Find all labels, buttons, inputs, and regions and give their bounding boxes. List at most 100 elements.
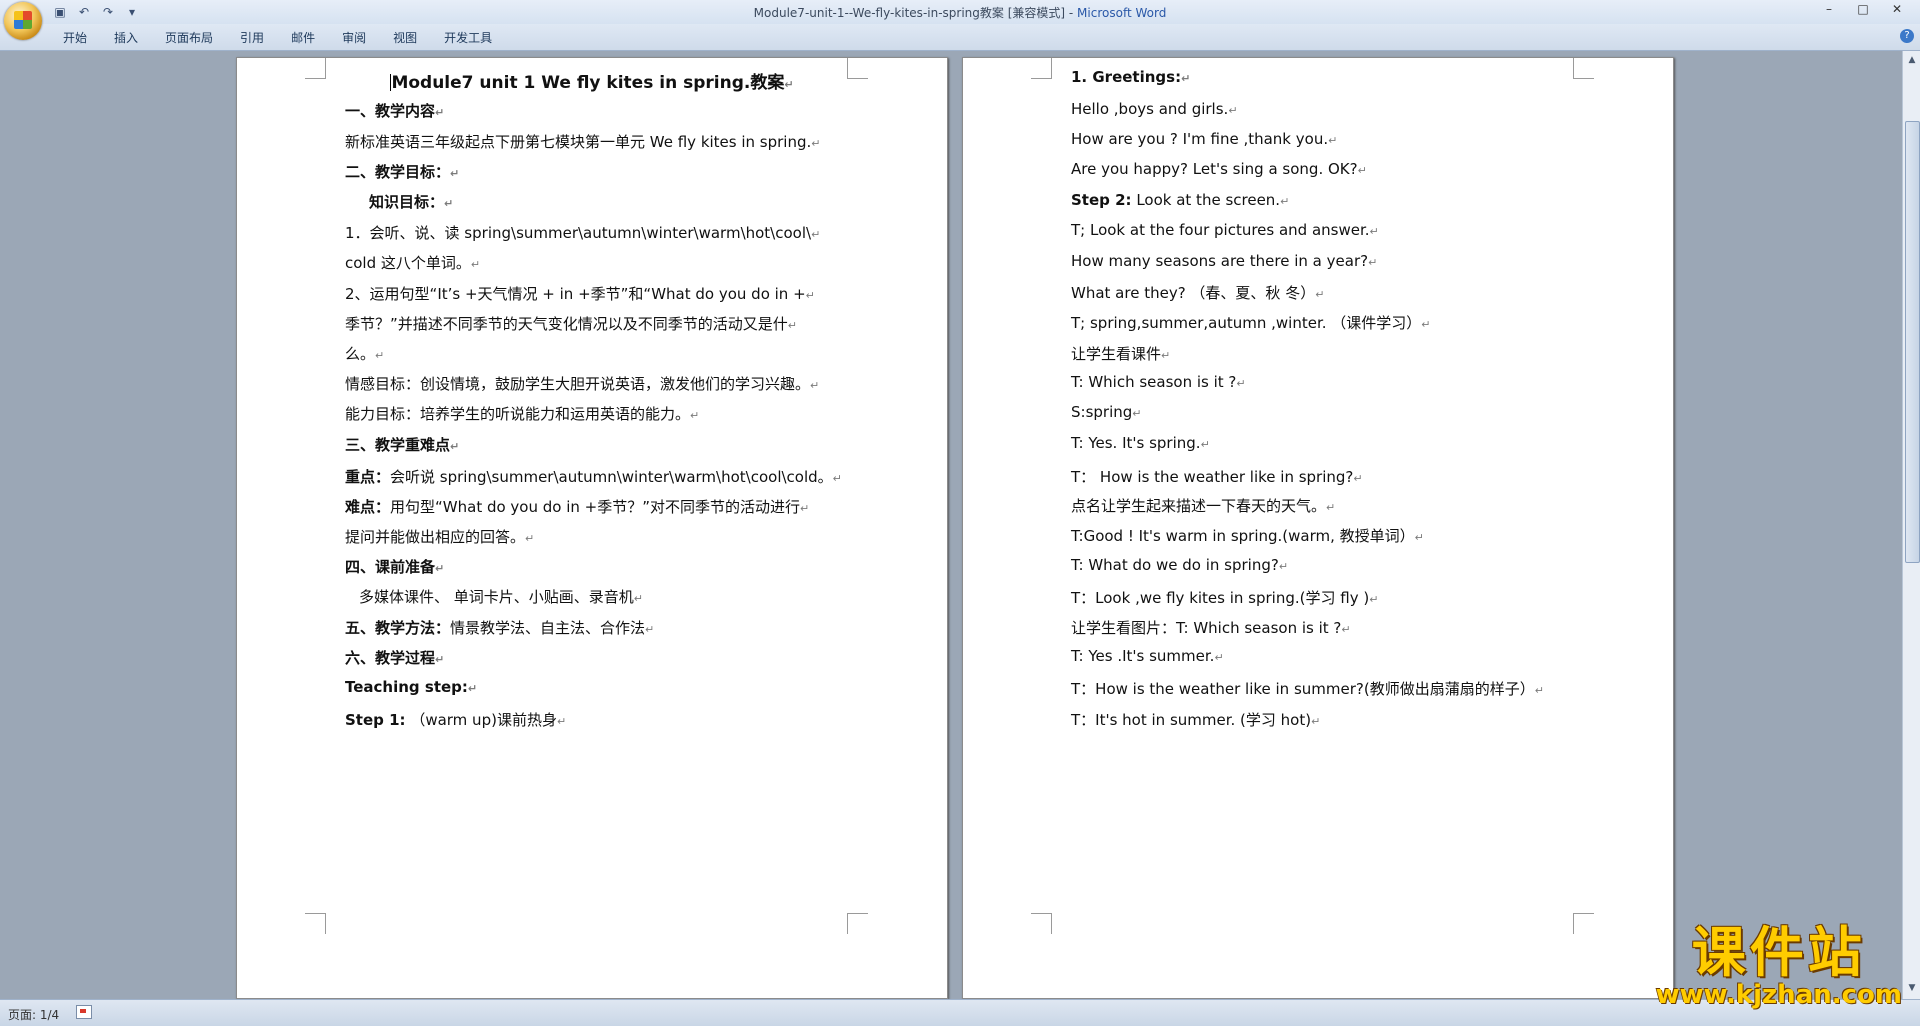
page1-line: Step 1: （warm up)课前热身↵ (345, 709, 566, 730)
page1-line: Teaching step:↵ (345, 678, 477, 696)
watermark-url: www.kjzhan.com (1655, 980, 1902, 1010)
paragraph-mark-icon: ↵ (435, 106, 445, 119)
paragraph-mark-icon: ↵ (1236, 377, 1246, 390)
window-title: Module7-unit-1--We-fly-kites-in-spring教案… (0, 4, 1920, 21)
page2-line: T：Look ,we fly kites in spring.(学习 fly )… (1071, 587, 1378, 608)
page1-line: 三、教学重难点↵ (345, 434, 459, 455)
line-text: Hello ,boys and girls. (1071, 100, 1229, 118)
paragraph-mark-icon: ↵ (1278, 560, 1289, 573)
page1-line: 难点：用句型“What do you do in +季节？”对不同季节的活动进行… (345, 496, 809, 517)
page2-line: T：It's hot in summer. (学习 hot)↵ (1071, 709, 1320, 730)
paragraph-mark-icon: ↵ (1315, 288, 1325, 301)
paragraph-mark-icon: ↵ (800, 502, 810, 515)
crop-mark (847, 913, 868, 934)
line-text: 2、运用句型“It’s +天气情况 + in +季节”和“What do you… (345, 285, 806, 303)
ribbon: 开始 插入 页面布局 引用 邮件 审阅 视图 开发工具 ? (0, 24, 1920, 51)
page2-line: T：How is the weather like in summer?(教师做… (1071, 678, 1544, 699)
page1-line: 季节？”并描述不同季节的天气变化情况以及不同季节的活动又是什↵ (345, 313, 797, 334)
tab-home[interactable]: 开始 (50, 29, 100, 46)
line-label: 难点： (345, 498, 391, 516)
tab-references[interactable]: 引用 (227, 29, 277, 46)
page1-line: 六、教学过程↵ (345, 647, 444, 668)
paragraph-mark-icon: ↵ (633, 592, 643, 605)
paragraph-mark-icon: ↵ (810, 379, 820, 392)
page1-line: Module7 unit 1 We fly kites in spring.教案… (237, 68, 947, 93)
paragraph-mark-icon: ↵ (1132, 407, 1142, 420)
line-text: 么。 (345, 345, 376, 363)
help-icon[interactable]: ? (1900, 29, 1914, 43)
minimize-button[interactable]: – (1812, 0, 1846, 18)
tab-mailings[interactable]: 邮件 (278, 29, 328, 46)
paragraph-mark-icon: ↵ (690, 409, 700, 422)
page2-line: T; spring,summer,autumn ,winter. （课件学习）↵ (1071, 312, 1431, 333)
line-text: Look at the screen. (1131, 191, 1281, 209)
watermark-logo: 课件站 www.kjzhan.com (1655, 925, 1902, 1010)
status-bar: 页面: 1/4 (0, 999, 1920, 1026)
line-text: T：Look ,we fly kites in spring.(学习 fly ) (1071, 589, 1370, 607)
page2-line: Step 2: Look at the screen.↵ (1071, 191, 1289, 209)
crop-mark (1573, 58, 1594, 79)
paragraph-mark-icon: ↵ (556, 715, 567, 728)
tab-view[interactable]: 视图 (380, 29, 430, 46)
paragraph-mark-icon: ↵ (375, 349, 385, 362)
line-label: 五、教学方法： (345, 619, 451, 637)
scroll-thumb[interactable] (1905, 121, 1920, 563)
page-indicator[interactable]: 页面: 1/4 (8, 1006, 59, 1023)
page1-line: 能力目标：培养学生的听说能力和运用英语的能力。↵ (345, 403, 699, 424)
paragraph-mark-icon: ↵ (645, 623, 655, 636)
page2-line: T: Yes .It's summer.↵ (1071, 647, 1224, 665)
paragraph-mark-icon: ↵ (1369, 593, 1379, 606)
office-button[interactable] (4, 2, 42, 40)
document-page-1[interactable]: Module7 unit 1 We fly kites in spring.教案… (236, 57, 948, 999)
paragraph-mark-icon: ↵ (450, 440, 460, 453)
crop-mark (1031, 58, 1052, 79)
line-text: How many seasons are there in a year? (1071, 252, 1369, 270)
line-text: （warm up)课前热身 (405, 711, 557, 729)
tab-review[interactable]: 审阅 (329, 29, 379, 46)
tab-page-layout[interactable]: 页面布局 (152, 29, 226, 46)
line-text: 1．会听、说、读 spring\summer\autumn\winter\war… (345, 224, 812, 242)
paragraph-mark-icon: ↵ (1357, 164, 1367, 177)
page1-line: 1．会听、说、读 spring\summer\autumn\winter\war… (345, 222, 820, 243)
crop-mark (1573, 913, 1594, 934)
proofing-icon[interactable] (76, 1005, 92, 1019)
line-text: T：How is the weather like in summer?(教师做… (1071, 680, 1535, 698)
page1-line: 二、教学目标：↵ (345, 161, 459, 182)
paragraph-mark-icon: ↵ (811, 137, 821, 150)
line-text: T:Good ! It's warm in spring.(warm, 教授单词… (1071, 527, 1415, 545)
tab-insert[interactable]: 插入 (101, 29, 151, 46)
paragraph-mark-icon: ↵ (450, 167, 460, 180)
page2-line: T: Yes. It's spring.↵ (1071, 434, 1210, 452)
paragraph-mark-icon: ↵ (525, 532, 535, 545)
paragraph-mark-icon: ↵ (1414, 531, 1424, 544)
line-text: Teaching step: (345, 678, 468, 696)
page1-line: 2、运用句型“It’s +天气情况 + in +季节”和“What do you… (345, 283, 815, 304)
line-text: T：It's hot in summer. (学习 hot) (1071, 711, 1312, 729)
document-page-2[interactable]: 1. Greetings:↵ Hello ,boys and girls.↵ Ho… (962, 57, 1674, 999)
scroll-up-icon[interactable]: ▲ (1905, 53, 1919, 67)
page2-line: How many seasons are there in a year?↵ (1071, 252, 1377, 270)
line-text: 三、教学重难点 (345, 436, 451, 454)
vertical-scrollbar[interactable]: ▲ ▼ (1902, 51, 1920, 999)
paragraph-mark-icon: ↵ (784, 78, 794, 91)
paragraph-mark-icon: ↵ (787, 319, 797, 332)
maximize-button[interactable]: □ (1846, 0, 1880, 18)
line-text: 情景教学法、自主法、合作法 (450, 619, 646, 637)
scroll-down-icon[interactable]: ▼ (1905, 981, 1919, 995)
page2-line: Hello ,boys and girls.↵ (1071, 100, 1238, 118)
page1-line: 一、教学内容↵ (345, 100, 444, 121)
line-text: cold 这八个单词。 (345, 254, 471, 272)
window-controls: – □ ✕ (1812, 0, 1914, 18)
line-text: 会听说 spring\summer\autumn\winter\warm\hot… (390, 468, 833, 486)
page2-line: 1. Greetings:↵ (1071, 68, 1190, 86)
paragraph-mark-icon: ↵ (1161, 349, 1171, 362)
crop-mark (305, 913, 326, 934)
line-text: T: Yes. It's spring. (1071, 434, 1201, 452)
tab-developer[interactable]: 开发工具 (431, 29, 505, 46)
document-title: Module7-unit-1--We-fly-kites-in-spring教案… (753, 6, 1078, 20)
line-text: T： How is the weather like in spring? (1071, 468, 1354, 486)
close-button[interactable]: ✕ (1880, 0, 1914, 18)
office-logo-icon (14, 11, 32, 29)
page1-line: 四、课前准备↵ (345, 556, 444, 577)
page1-line: 重点：会听说 spring\summer\autumn\winter\warm\… (345, 466, 842, 487)
